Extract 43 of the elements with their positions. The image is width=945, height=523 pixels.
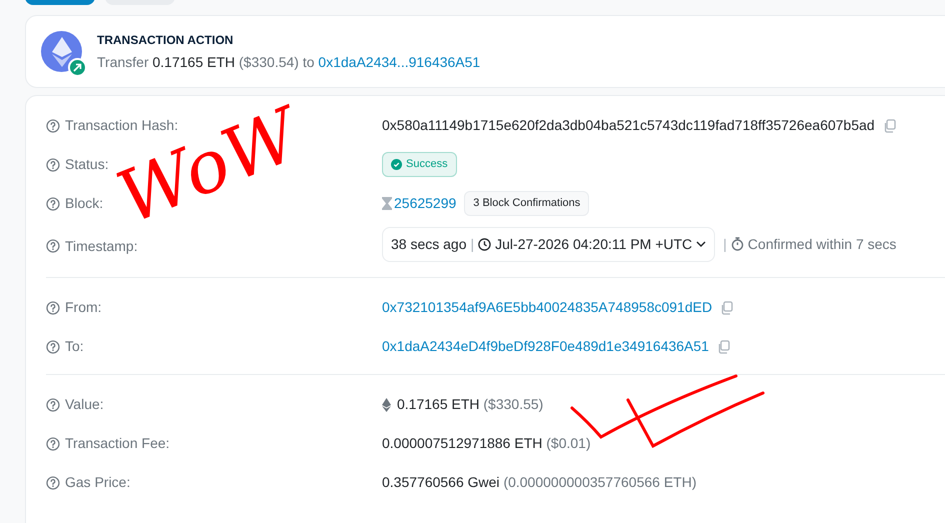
transaction-hash: 0x580a11149b1715e620f2da3db04ba521c5743dc119fad718ff35726ea607b5ad [382, 116, 875, 135]
help-icon [46, 436, 60, 450]
amount-text: 0.000007512971886 ETH ($0.01) [382, 434, 591, 453]
separator: | [470, 234, 474, 254]
action-summary: Transfer 0.17165 ETH ($330.54) to 0x1daA2434...916436A51 [97, 52, 480, 72]
field-label: Gas Price: [65, 473, 130, 492]
field-label: Timestamp: [65, 236, 138, 256]
copy-icon[interactable] [882, 118, 896, 132]
check-circle-icon [391, 159, 402, 170]
help-icon [46, 239, 60, 253]
confirmations-badge: 3 Block Confirmations [464, 191, 590, 216]
timestamp-dropdown[interactable]: 38 secs ago | Jul-27-2026 04:20:11 PM +UTC [382, 226, 716, 262]
help-icon [46, 340, 60, 354]
status-badge: Success [382, 152, 457, 177]
time-ago: 38 secs ago [391, 234, 466, 254]
value-amount: 0.17165 ETH ($330.55) [397, 395, 544, 414]
help-icon [46, 158, 60, 172]
action-heading: TRANSACTION ACTION [97, 32, 234, 48]
field-label: Status: [65, 155, 109, 174]
field-label: Value: [65, 395, 104, 414]
field-label: Transaction Fee: [65, 434, 170, 453]
clock-icon [478, 238, 492, 250]
separator: | [723, 234, 727, 254]
copy-icon[interactable] [720, 300, 734, 314]
timestamp-date: Jul-27-2026 04:20:11 PM +UTC [495, 234, 692, 254]
ethereum-icon [382, 398, 391, 412]
help-icon [46, 196, 60, 210]
confirmation-time: Confirmed within 7 secs [748, 234, 896, 254]
field-label: Block: [65, 194, 104, 213]
address-link[interactable]: 0x732101354af9A6E5bb40024835A748958c091dED [382, 297, 712, 318]
block-link[interactable]: 25625299 [394, 193, 456, 214]
field-label: To: [65, 337, 84, 356]
help-icon [46, 300, 60, 314]
copy-icon[interactable] [716, 340, 730, 354]
field-label: From: [65, 298, 102, 317]
address-link[interactable]: 0x1daA2434eD4f9beDf928F0e489d1e34916436A51 [382, 336, 709, 357]
help-icon [46, 118, 60, 132]
stopwatch-icon [730, 237, 744, 251]
amount-text: 0.357760566 Gwei (0.000000000357760566 ETH) [382, 473, 696, 492]
help-icon [46, 476, 60, 490]
hourglass-icon [382, 197, 392, 210]
chevron-down-icon [696, 241, 706, 247]
help-icon [46, 398, 60, 412]
